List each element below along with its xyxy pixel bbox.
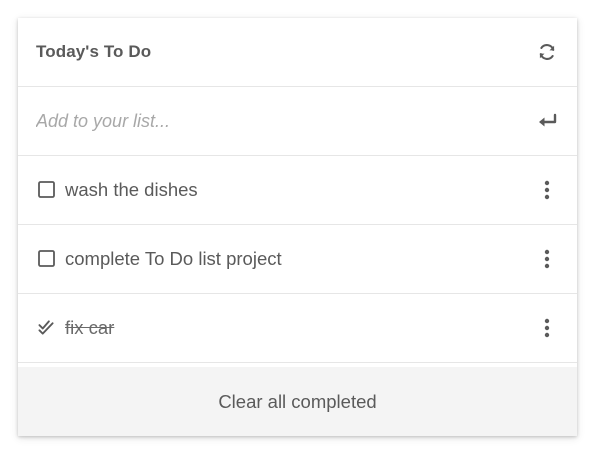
- todo-footer: Clear all completed: [18, 367, 577, 436]
- page-title: Today's To Do: [36, 42, 152, 61]
- refresh-icon: [539, 44, 555, 60]
- todo-header: Today's To Do: [18, 18, 577, 87]
- task-label[interactable]: fix car: [65, 317, 114, 339]
- task-menu-button[interactable]: [535, 178, 559, 202]
- task-label[interactable]: complete To Do list project: [65, 248, 282, 270]
- task-item: complete To Do list project: [18, 225, 577, 294]
- add-item-submit-button[interactable]: [535, 109, 559, 133]
- task-item-completed: fix car: [18, 294, 577, 363]
- task-checkbox-checked[interactable]: [38, 319, 55, 336]
- add-item-row: [18, 87, 577, 156]
- more-vertical-icon: [544, 318, 550, 338]
- more-vertical-icon: [544, 180, 550, 200]
- refresh-button[interactable]: [535, 40, 559, 64]
- task-menu-button[interactable]: [535, 316, 559, 340]
- task-checkbox[interactable]: [38, 181, 55, 198]
- checkbox-empty-icon: [38, 250, 55, 267]
- more-vertical-icon: [544, 249, 550, 269]
- double-check-icon: [38, 320, 54, 335]
- enter-return-icon: [539, 113, 557, 127]
- task-checkbox[interactable]: [38, 250, 55, 267]
- todo-card: Today's To Do wash the dishes: [18, 18, 577, 436]
- task-item: wash the dishes: [18, 156, 577, 225]
- clear-completed-button[interactable]: Clear all completed: [218, 391, 376, 413]
- task-menu-button[interactable]: [535, 247, 559, 271]
- checkbox-empty-icon: [38, 181, 55, 198]
- add-item-input[interactable]: [36, 106, 506, 136]
- task-label[interactable]: wash the dishes: [65, 179, 198, 201]
